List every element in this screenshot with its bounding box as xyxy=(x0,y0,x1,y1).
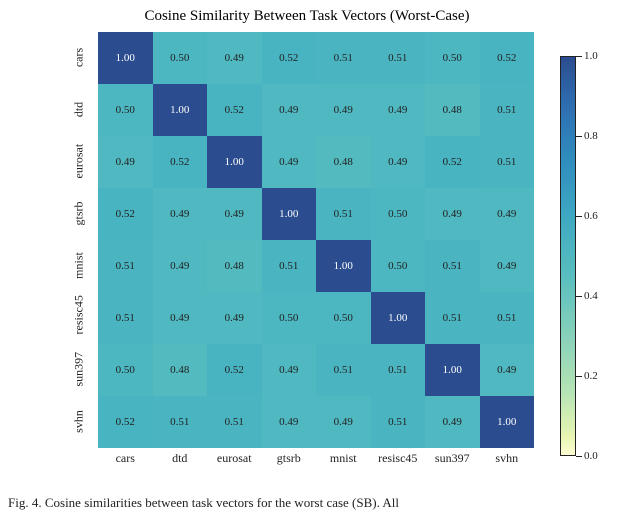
heatmap-cell: 0.52 xyxy=(207,84,262,136)
heatmap-cell: 0.52 xyxy=(425,136,480,188)
heatmap-cell: 0.49 xyxy=(207,188,262,240)
heatmap-cell: 0.50 xyxy=(371,240,426,292)
heatmap-cell: 0.49 xyxy=(207,32,262,84)
heatmap-cell: 1.00 xyxy=(262,188,317,240)
heatmap-cell: 0.51 xyxy=(207,396,262,448)
x-tick-label: eurosat xyxy=(207,451,262,466)
heatmap-cell: 0.51 xyxy=(262,240,317,292)
heatmap-cell: 0.48 xyxy=(153,344,208,396)
heatmap-cell: 0.51 xyxy=(480,292,535,344)
heatmap-cell: 0.51 xyxy=(371,344,426,396)
y-tick-label: gtsrb xyxy=(72,197,87,231)
colorbar: 0.00.20.40.60.81.0 xyxy=(560,56,620,456)
colorbar-tick xyxy=(576,136,582,137)
x-tick-label: gtsrb xyxy=(262,451,317,466)
heatmap-cell: 0.50 xyxy=(98,344,153,396)
heatmap-cell: 1.00 xyxy=(480,396,535,448)
heatmap-grid: 1.000.500.490.520.510.510.500.520.501.00… xyxy=(98,32,534,448)
colorbar-tick-label: 0.2 xyxy=(584,370,598,382)
colorbar-tick xyxy=(576,216,582,217)
heatmap-cell: 1.00 xyxy=(371,292,426,344)
heatmap-cell: 1.00 xyxy=(153,84,208,136)
heatmap-cell: 0.51 xyxy=(98,240,153,292)
heatmap-cell: 0.49 xyxy=(316,396,371,448)
colorbar-tick xyxy=(576,456,582,457)
heatmap-cell: 0.51 xyxy=(316,188,371,240)
colorbar-tick xyxy=(576,56,582,57)
y-tick-label: resisc45 xyxy=(72,301,87,335)
chart-title: Cosine Similarity Between Task Vectors (… xyxy=(62,8,552,25)
figure-caption: Fig. 4. Cosine similarities between task… xyxy=(0,495,640,511)
heatmap-cell: 1.00 xyxy=(207,136,262,188)
heatmap-cell: 0.49 xyxy=(153,292,208,344)
heatmap-chart: Cosine Similarity Between Task Vectors (… xyxy=(62,8,552,468)
heatmap-cell: 0.50 xyxy=(371,188,426,240)
colorbar-tick-label: 0.0 xyxy=(584,450,598,462)
heatmap-cell: 0.48 xyxy=(316,136,371,188)
heatmap-cell: 0.49 xyxy=(262,136,317,188)
heatmap-cell: 0.49 xyxy=(262,344,317,396)
heatmap-cell: 0.49 xyxy=(425,396,480,448)
heatmap-cell: 0.49 xyxy=(480,344,535,396)
x-tick-label: resisc45 xyxy=(371,451,426,466)
colorbar-tick-label: 0.4 xyxy=(584,290,598,302)
heatmap-cell: 0.52 xyxy=(98,188,153,240)
heatmap-cell: 0.50 xyxy=(153,32,208,84)
heatmap-cell: 0.51 xyxy=(425,292,480,344)
heatmap-cell: 1.00 xyxy=(98,32,153,84)
heatmap-cell: 0.51 xyxy=(480,136,535,188)
x-tick-label: cars xyxy=(98,451,153,466)
heatmap-cell: 0.49 xyxy=(425,188,480,240)
heatmap-cell: 0.49 xyxy=(371,84,426,136)
colorbar-gradient xyxy=(560,56,576,456)
heatmap-cell: 0.51 xyxy=(480,84,535,136)
heatmap-cell: 0.52 xyxy=(207,344,262,396)
heatmap-cell: 0.51 xyxy=(371,32,426,84)
y-tick-label: dtd xyxy=(72,93,87,127)
heatmap-cell: 0.52 xyxy=(98,396,153,448)
heatmap-cell: 0.49 xyxy=(262,84,317,136)
heatmap-cell: 0.49 xyxy=(371,136,426,188)
heatmap-cell: 0.51 xyxy=(98,292,153,344)
colorbar-tick xyxy=(576,296,582,297)
y-tick-label: mnist xyxy=(72,249,87,283)
heatmap-cell: 0.49 xyxy=(153,188,208,240)
heatmap-cell: 0.50 xyxy=(425,32,480,84)
colorbar-tick-label: 0.8 xyxy=(584,130,598,142)
colorbar-tick xyxy=(576,376,582,377)
heatmap-cell: 0.51 xyxy=(371,396,426,448)
heatmap-cell: 0.49 xyxy=(98,136,153,188)
heatmap-cell: 0.52 xyxy=(262,32,317,84)
x-tick-label: mnist xyxy=(316,451,371,466)
heatmap-cell: 0.51 xyxy=(316,344,371,396)
heatmap-cell: 0.52 xyxy=(153,136,208,188)
heatmap-cell: 0.49 xyxy=(262,396,317,448)
heatmap-cell: 1.00 xyxy=(316,240,371,292)
heatmap-cell: 0.48 xyxy=(425,84,480,136)
x-tick-label: sun397 xyxy=(425,451,480,466)
x-tick-label: dtd xyxy=(153,451,208,466)
colorbar-tick-label: 1.0 xyxy=(584,50,598,62)
y-tick-label: sun397 xyxy=(72,353,87,387)
heatmap-cell: 0.50 xyxy=(98,84,153,136)
y-tick-label: cars xyxy=(72,41,87,75)
heatmap-cell: 0.52 xyxy=(480,32,535,84)
heatmap-cell: 0.49 xyxy=(480,240,535,292)
heatmap-cell: 0.50 xyxy=(316,292,371,344)
heatmap-cell: 0.49 xyxy=(480,188,535,240)
heatmap-cell: 0.49 xyxy=(207,292,262,344)
colorbar-tick-label: 0.6 xyxy=(584,210,598,222)
heatmap-cell: 0.51 xyxy=(153,396,208,448)
heatmap-cell: 0.51 xyxy=(425,240,480,292)
x-tick-label: svhn xyxy=(480,451,535,466)
heatmap-cell: 0.51 xyxy=(316,32,371,84)
y-tick-label: eurosat xyxy=(72,145,87,179)
y-tick-label: svhn xyxy=(72,405,87,439)
heatmap-cell: 0.50 xyxy=(262,292,317,344)
heatmap-cell: 0.49 xyxy=(153,240,208,292)
heatmap-cell: 0.49 xyxy=(316,84,371,136)
heatmap-cell: 0.48 xyxy=(207,240,262,292)
heatmap-cell: 1.00 xyxy=(425,344,480,396)
